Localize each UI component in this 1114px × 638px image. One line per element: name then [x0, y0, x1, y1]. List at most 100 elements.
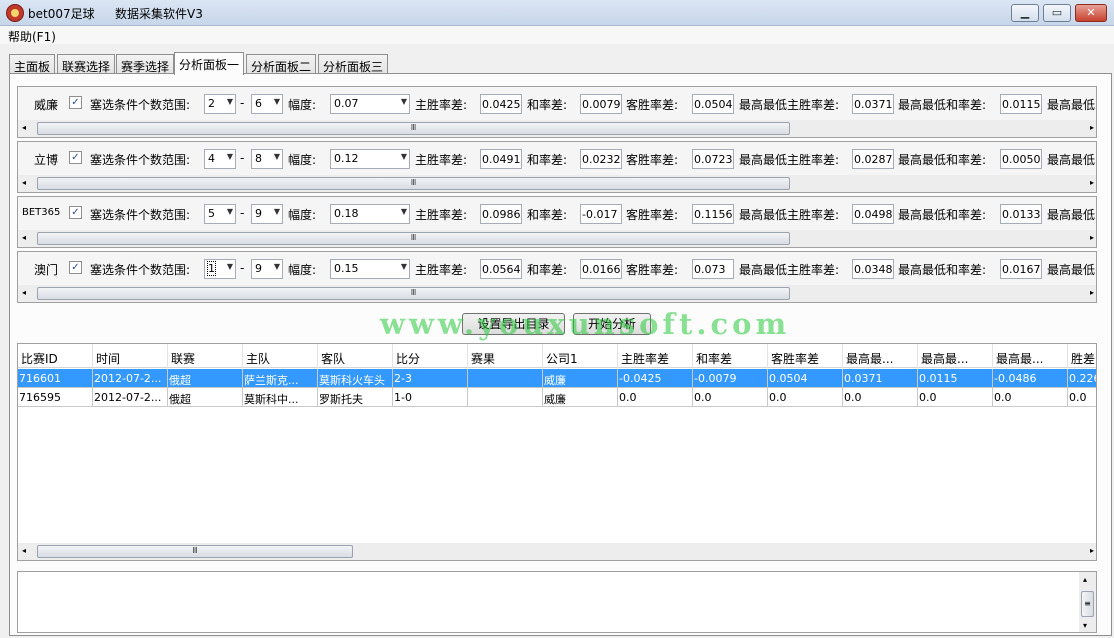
range-max-select[interactable]: 9 ▼ — [251, 259, 283, 279]
dropdown-arrow-icon: ▼ — [400, 97, 407, 106]
max-min-draw-diff-input[interactable]: 0.0133 — [1000, 204, 1042, 224]
column-header[interactable]: 公司1 — [543, 344, 618, 368]
scroll-thumb[interactable]: Ⅲ — [37, 232, 790, 245]
amplitude-select[interactable]: 0.15 ▼ — [330, 259, 410, 279]
amplitude-label: 幅度: — [288, 208, 317, 222]
scroll-right-icon[interactable]: ▸ — [1090, 546, 1094, 555]
range-min-select[interactable]: 5 ▼ — [204, 204, 236, 224]
away-win-diff-input[interactable]: 0.0723 — [692, 149, 734, 169]
group-horizontal-scrollbar[interactable]: ◂ Ⅲ ▸ — [18, 285, 1096, 302]
scroll-thumb[interactable]: ≡ — [1081, 591, 1094, 617]
home-win-diff-input[interactable]: 0.0564 — [480, 259, 522, 279]
home-win-diff-label: 主胜率差: — [415, 263, 468, 277]
table-cell: 威廉 — [543, 388, 618, 407]
draw-diff-input[interactable]: 0.0079 — [580, 94, 622, 114]
column-header[interactable]: 最高最... — [918, 344, 993, 368]
scroll-thumb[interactable]: Ⅲ — [37, 287, 790, 300]
scroll-up-icon[interactable]: ▴ — [1083, 575, 1087, 584]
draw-diff-input[interactable]: 0.0232 — [580, 149, 622, 169]
amplitude-select[interactable]: 0.18 ▼ — [330, 204, 410, 224]
scroll-thumb[interactable]: Ⅲ — [37, 177, 790, 190]
range-max-select[interactable]: 9 ▼ — [251, 204, 283, 224]
log-vertical-scrollbar[interactable]: ▴ ≡ ▾ — [1079, 572, 1096, 632]
column-header[interactable]: 最高最... — [993, 344, 1068, 368]
results-table[interactable]: 比赛ID 时间 联赛 主队 客队 比分 赛果 公司1 主胜率差 和率差 客胜率差… — [17, 343, 1097, 561]
range-min-select[interactable]: 1 ▼ — [204, 259, 236, 279]
scroll-left-icon[interactable]: ◂ — [22, 546, 26, 555]
max-min-draw-diff-input[interactable]: 0.0115 — [1000, 94, 1042, 114]
menu-help[interactable]: 帮助(F1) — [8, 28, 56, 45]
range-dash: - — [240, 206, 245, 220]
max-min-home-diff-input[interactable]: 0.0371 — [852, 94, 894, 114]
home-win-diff-input[interactable]: 0.0491 — [480, 149, 522, 169]
scroll-right-icon[interactable]: ▸ — [1090, 123, 1094, 132]
table-cell: -0.0486 — [993, 369, 1068, 388]
column-header[interactable]: 最高最... — [843, 344, 918, 368]
minimize-button[interactable]: ▁ — [1011, 4, 1039, 22]
away-win-diff-input[interactable]: 0.0504 — [692, 94, 734, 114]
tab-analysis-panel-1[interactable]: 分析面板一 — [174, 52, 245, 75]
column-header[interactable]: 客队 — [318, 344, 393, 368]
home-win-diff-input[interactable]: 0.0425 — [480, 94, 522, 114]
max-min-draw-diff-input[interactable]: 0.0050 — [1000, 149, 1042, 169]
max-min-home-diff-input[interactable]: 0.0498 — [852, 204, 894, 224]
range-max-select[interactable]: 8 ▼ — [251, 149, 283, 169]
company-checkbox[interactable]: ✓ — [69, 261, 82, 274]
group-horizontal-scrollbar[interactable]: ◂ Ⅲ ▸ — [18, 175, 1096, 192]
tab-league-select[interactable]: 联赛选择 — [57, 54, 116, 74]
scroll-left-icon[interactable]: ◂ — [22, 178, 26, 187]
column-header[interactable]: 比赛ID — [18, 344, 93, 368]
column-header[interactable]: 主队 — [243, 344, 318, 368]
tab-main-panel[interactable]: 主面板 — [9, 54, 56, 74]
company-checkbox[interactable]: ✓ — [69, 206, 82, 219]
max-min-draw-diff-input[interactable]: 0.0167 — [1000, 259, 1042, 279]
home-win-diff-input[interactable]: 0.0986 — [480, 204, 522, 224]
table-cell: 0.0 — [993, 388, 1068, 407]
table-horizontal-scrollbar[interactable]: ◂ Ⅲ ▸ — [18, 543, 1096, 560]
tab-analysis-panel-3[interactable]: 分析面板三 — [318, 54, 389, 74]
column-header[interactable]: 赛果 — [468, 344, 543, 368]
range-min-select[interactable]: 4 ▼ — [204, 149, 236, 169]
scroll-left-icon[interactable]: ◂ — [22, 233, 26, 242]
column-header[interactable]: 胜差 — [1068, 344, 1096, 368]
home-win-diff-label: 主胜率差: — [415, 153, 468, 167]
max-min-home-diff-input[interactable]: 0.0287 — [852, 149, 894, 169]
column-header[interactable]: 联赛 — [168, 344, 243, 368]
column-header[interactable]: 比分 — [393, 344, 468, 368]
table-row[interactable]: 716601 2012-07-2... 俄超 萨兰斯克... 莫斯科火车头 2-… — [18, 369, 1096, 388]
column-header[interactable]: 主胜率差 — [618, 344, 693, 368]
close-button[interactable]: ✕ — [1075, 4, 1107, 22]
company-group: 澳门 ✓ 塞选条件个数范围: 1 ▼ - 9 ▼ 幅度: 0.15 ▼ 主胜率差: 0… — [17, 251, 1097, 303]
group-horizontal-scrollbar[interactable]: ◂ Ⅲ ▸ — [18, 230, 1096, 247]
column-header[interactable]: 时间 — [93, 344, 168, 368]
tab-analysis-panel-2[interactable]: 分析面板二 — [246, 54, 317, 74]
company-checkbox[interactable]: ✓ — [69, 151, 82, 164]
scroll-thumb[interactable]: Ⅲ — [37, 545, 353, 558]
draw-diff-input[interactable]: -0.017 — [580, 204, 622, 224]
filter-range-label: 塞选条件个数范围: — [90, 208, 191, 222]
range-min-select[interactable]: 2 ▼ — [204, 94, 236, 114]
away-win-diff-input[interactable]: 0.073 — [692, 259, 734, 279]
table-cell: 莫斯科中... — [243, 388, 318, 407]
column-header[interactable]: 和率差 — [693, 344, 768, 368]
scroll-left-icon[interactable]: ◂ — [22, 123, 26, 132]
scroll-right-icon[interactable]: ▸ — [1090, 288, 1094, 297]
table-row[interactable]: 716595 2012-07-2... 俄超 莫斯科中... 罗斯托夫 1-0 … — [18, 388, 1096, 407]
group-horizontal-scrollbar[interactable]: ◂ Ⅲ ▸ — [18, 120, 1096, 137]
column-header[interactable]: 客胜率差 — [768, 344, 843, 368]
company-checkbox[interactable]: ✓ — [69, 96, 82, 109]
log-textarea[interactable]: ▴ ≡ ▾ — [17, 571, 1097, 633]
tab-season-select[interactable]: 赛季选择 — [116, 54, 175, 74]
draw-diff-input[interactable]: 0.0166 — [580, 259, 622, 279]
range-max-select[interactable]: 6 ▼ — [251, 94, 283, 114]
scroll-left-icon[interactable]: ◂ — [22, 288, 26, 297]
scroll-down-icon[interactable]: ▾ — [1083, 621, 1087, 630]
amplitude-select[interactable]: 0.07 ▼ — [330, 94, 410, 114]
amplitude-select[interactable]: 0.12 ▼ — [330, 149, 410, 169]
max-min-home-diff-input[interactable]: 0.0348 — [852, 259, 894, 279]
away-win-diff-input[interactable]: 0.1156 — [692, 204, 734, 224]
scroll-right-icon[interactable]: ▸ — [1090, 178, 1094, 187]
scroll-right-icon[interactable]: ▸ — [1090, 233, 1094, 242]
scroll-thumb[interactable]: Ⅲ — [37, 122, 790, 135]
maximize-button[interactable]: ▭ — [1043, 4, 1071, 22]
